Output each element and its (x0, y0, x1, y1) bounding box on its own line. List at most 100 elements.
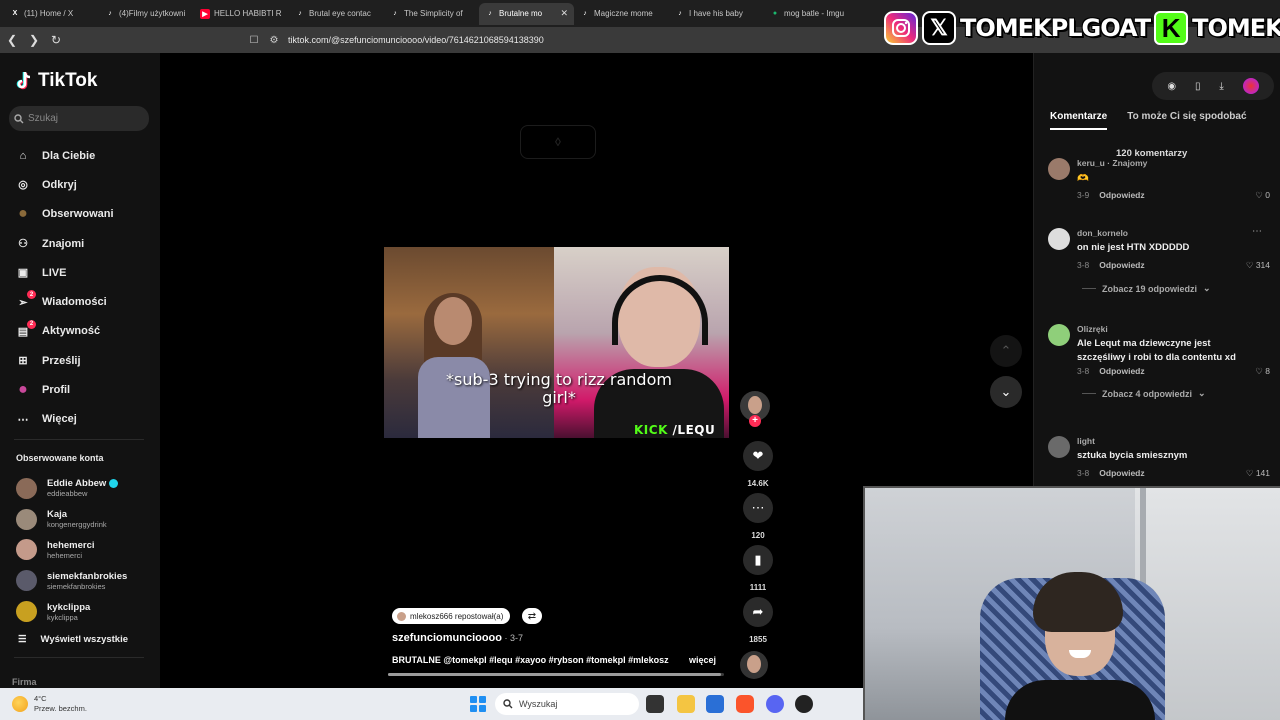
commenter-name[interactable]: don_kornelo (1077, 228, 1128, 238)
browser-tab[interactable]: ♪ Magiczne mome (574, 3, 669, 25)
comment-like-button[interactable]: ♡ 141 (1246, 468, 1270, 479)
weather-widget[interactable]: 4°C Przew. bezchm. (12, 694, 87, 714)
view-replies-button[interactable]: Zobacz 4 odpowiedzi ⌄ (1082, 388, 1206, 399)
comment-like-button[interactable]: ♡ 8 (1255, 366, 1270, 377)
brave-browser-icon[interactable] (736, 695, 754, 713)
commenter-name[interactable]: light (1077, 436, 1095, 446)
next-video-button[interactable]: ⌄ (990, 376, 1022, 408)
tiktok-logo[interactable]: TikTok (16, 70, 97, 92)
tab-close-icon[interactable]: ✕ (560, 8, 568, 19)
bookmark-icon[interactable]: ☐ (248, 34, 260, 46)
search-placeholder: Szukaj (28, 113, 59, 124)
tiktok-icon: ♪ (108, 10, 112, 17)
forward-icon[interactable]: ❯ (24, 30, 44, 50)
repost-badge[interactable]: mlekosz666 repostował(a) (392, 608, 511, 624)
reply-button[interactable]: Odpowiedz (1099, 366, 1144, 376)
home-icon: ⌂ (19, 149, 27, 162)
share-count: 1855 (749, 635, 767, 644)
task-view-icon[interactable] (646, 695, 664, 713)
nav-item[interactable]: ▣ LIVE (14, 258, 114, 287)
nav-item[interactable]: ⊞ Prześlij (14, 346, 114, 375)
commenter-avatar[interactable] (1048, 324, 1070, 346)
video-caption: *sub-3 trying to rizz random girl* (446, 370, 672, 407)
share-button[interactable]: ➦ 1855 (740, 597, 776, 644)
tiktok-icon: ♪ (678, 10, 682, 17)
tiktok-icon: ♪ (583, 10, 587, 17)
search-input[interactable]: Szukaj (9, 106, 149, 131)
commenter-avatar[interactable] (1048, 158, 1070, 180)
comment-like-button[interactable]: ♡ 0 (1255, 190, 1270, 201)
followed-account[interactable]: Kaja kongenerggydrink (16, 504, 127, 535)
repost-icon[interactable]: ⇄ (522, 608, 542, 624)
followed-account[interactable]: Eddie Abbew eddieabbew (16, 473, 127, 504)
browser-tab[interactable]: ♪ (4)Filmy użytkowni (99, 3, 194, 25)
site-info-icon[interactable]: ⚙ (268, 34, 280, 46)
browser-tab[interactable]: ♪ The Simplicity of (384, 3, 479, 25)
nav-item[interactable]: ● Obserwowani (14, 200, 114, 229)
file-explorer-icon[interactable] (677, 695, 695, 713)
more-link[interactable]: więcej (689, 655, 716, 665)
url-field[interactable]: ☐ ⚙ tiktok.com/@szefunciomuncioooo/video… (248, 30, 868, 50)
notification-badge: 2 (27, 290, 36, 300)
video-tools: ◉ ▯ ⤓ (1152, 72, 1274, 100)
download-icon[interactable]: ⤓ (1219, 81, 1223, 92)
windows-start-icon[interactable] (470, 696, 486, 712)
back-icon[interactable]: ❮ (2, 30, 22, 50)
commenter-name[interactable]: Olizręki (1077, 324, 1108, 334)
nav-item[interactable]: ◎ Odkryj (14, 170, 114, 199)
reply-button[interactable]: Odpowiedz (1099, 468, 1144, 478)
followed-account[interactable]: hehemerci hehemerci (16, 535, 127, 566)
browser-tab[interactable]: ♪ Brutalne mo ✕ (479, 2, 574, 25)
video-player[interactable]: *sub-3 trying to rizz random girl* KICK … (384, 247, 729, 438)
reply-button[interactable]: Odpowiedz (1099, 260, 1144, 270)
commenter-avatar[interactable] (1048, 436, 1070, 458)
company-link[interactable]: Firma (12, 677, 37, 687)
browser-tab[interactable]: ♪ Brutal eye contac (289, 3, 384, 25)
commenter-avatar[interactable] (1048, 228, 1070, 250)
browser-tab[interactable]: ♪ I have his baby (669, 3, 764, 25)
commenter-name[interactable]: keru_u · Znajomy (1077, 158, 1147, 168)
compass-icon: ◎ (18, 179, 28, 192)
device-icon[interactable]: ▯ (1195, 81, 1201, 92)
friends-icon: ⚇ (18, 238, 28, 251)
tab-recommended[interactable]: To może Ci się spodobać (1127, 111, 1246, 130)
nav-item[interactable]: ⋯ Więcej (14, 405, 114, 434)
overlay-handle-1: TOMEKPLGOAT (960, 14, 1151, 42)
nav-item[interactable]: ➢ Wiadomości 2 (14, 287, 114, 316)
store-icon[interactable] (706, 695, 724, 713)
nav-item[interactable]: ⌂ Dla Ciebie (14, 141, 114, 170)
comment-text: 🫶 (1077, 173, 1089, 184)
followed-account[interactable]: siemekfanbrokies siemekfanbrokies (16, 565, 127, 596)
more-options-icon[interactable]: ⋯ (1252, 226, 1262, 237)
browser-tab[interactable]: ● mog batle - Imgu (764, 3, 859, 25)
chevron-down-icon: ⌄ (1000, 384, 1012, 399)
video-progress-bar[interactable] (388, 673, 724, 676)
browser-tab[interactable]: ▶ HELLO HABIBTI R (194, 3, 289, 25)
taskbar-search[interactable]: Wyszukaj (495, 693, 639, 715)
nav-label: Obserwowani (42, 208, 114, 221)
nav-item[interactable]: ⚇ Znajomi (14, 229, 114, 258)
comment-text: on nie jest HTN XDDDDD (1077, 242, 1190, 253)
profile-avatar-icon[interactable] (1242, 78, 1259, 94)
follow-plus-button[interactable]: + (749, 415, 761, 427)
tab-comments[interactable]: Komentarze (1050, 111, 1108, 130)
browser-tab[interactable]: X (11) Home / X (4, 3, 99, 25)
comment-like-button[interactable]: ♡ 314 (1246, 260, 1270, 271)
previous-video-button[interactable]: ⌃ (990, 335, 1022, 367)
reply-button[interactable]: Odpowiedz (1099, 190, 1144, 200)
discord-icon[interactable] (766, 695, 784, 713)
followed-account[interactable]: kykclippa kykclippa (16, 596, 127, 627)
comment-button[interactable]: ⋯ 120 (740, 493, 776, 540)
steam-icon[interactable] (795, 695, 813, 713)
nav-item[interactable]: ▤ Aktywność 2 (14, 317, 114, 346)
comments-tabs: Komentarze To może Ci się spodobać (1050, 111, 1247, 130)
see-all-button[interactable]: ☰ Wyświetl wszystkie (18, 634, 128, 645)
music-disc[interactable] (740, 651, 768, 679)
like-button[interactable]: ❤ 14.6K (740, 441, 776, 488)
save-button[interactable]: ▮ 1111 (740, 545, 776, 592)
nav-item[interactable]: ● Profil (14, 375, 114, 404)
view-replies-button[interactable]: Zobacz 19 odpowiedzi ⌄ (1082, 283, 1211, 294)
compass-icon[interactable]: ◉ (1167, 81, 1176, 92)
reload-icon[interactable]: ↻ (46, 30, 66, 50)
author-name[interactable]: szefunciomuncioooo · 3-7 (392, 632, 523, 644)
